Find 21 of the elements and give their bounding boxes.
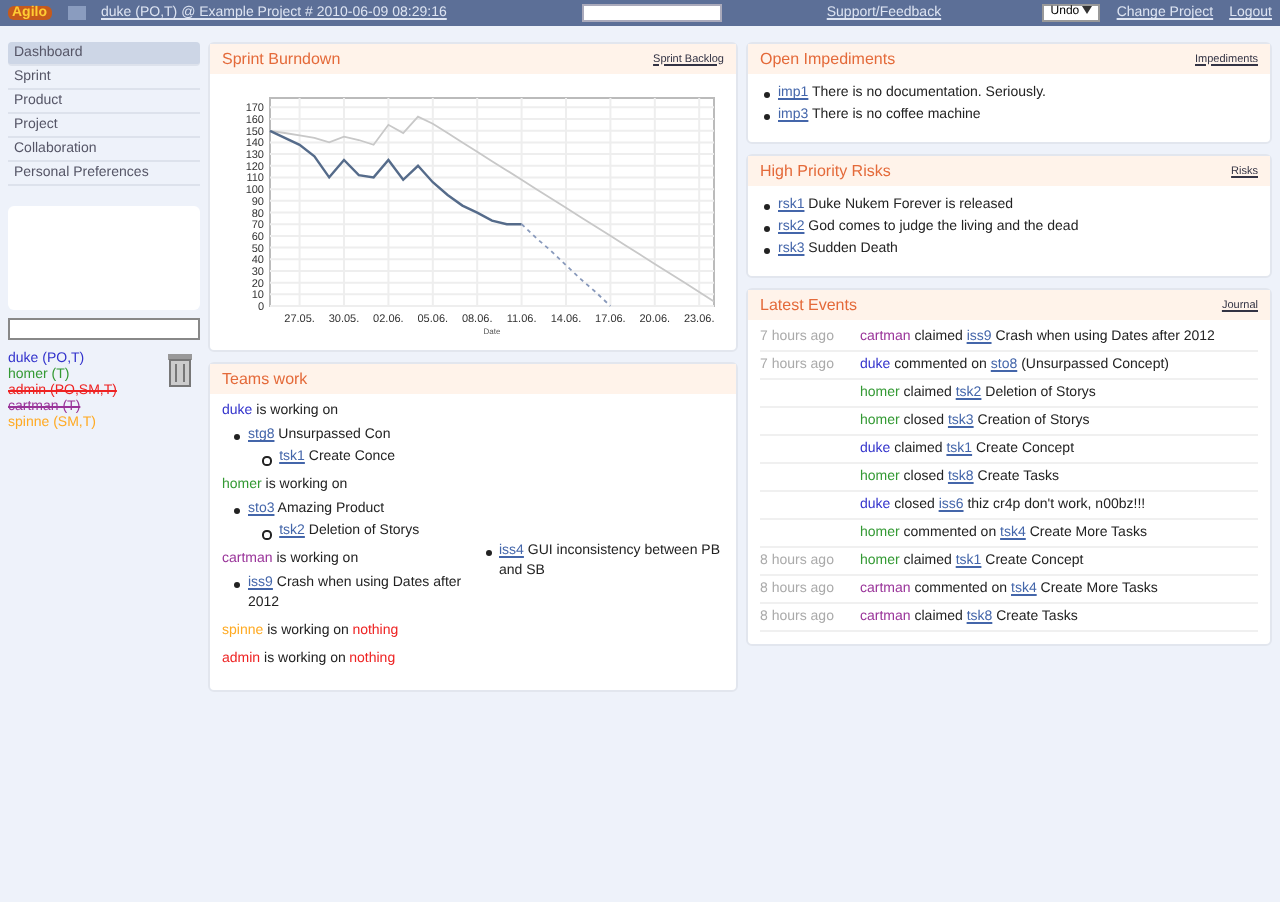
menu-icon[interactable] — [67, 6, 85, 20]
bullet-icon — [764, 114, 770, 120]
panel-title: Latest Events — [760, 296, 857, 314]
caret-icon — [1082, 6, 1093, 14]
bullet-icon — [485, 550, 491, 556]
bullet-icon — [234, 508, 240, 514]
bullet-icon — [262, 456, 272, 466]
bullet-icon — [234, 434, 240, 440]
panel-title: High Priority Risks — [760, 162, 891, 180]
panel-title: Teams work — [222, 370, 308, 388]
bullet-icon — [234, 582, 240, 588]
bullet-icon — [764, 204, 770, 210]
bullet-icon — [764, 248, 770, 254]
bullet-icon — [764, 226, 770, 232]
input-field[interactable] — [8, 318, 200, 340]
panel-title: Open Impediments — [760, 50, 896, 68]
bullet-icon — [764, 92, 770, 98]
trash-icon[interactable] — [166, 352, 194, 388]
bullet-icon — [262, 530, 272, 540]
search-field[interactable] — [582, 4, 723, 22]
panel-title: Sprint Burndown — [222, 50, 341, 68]
